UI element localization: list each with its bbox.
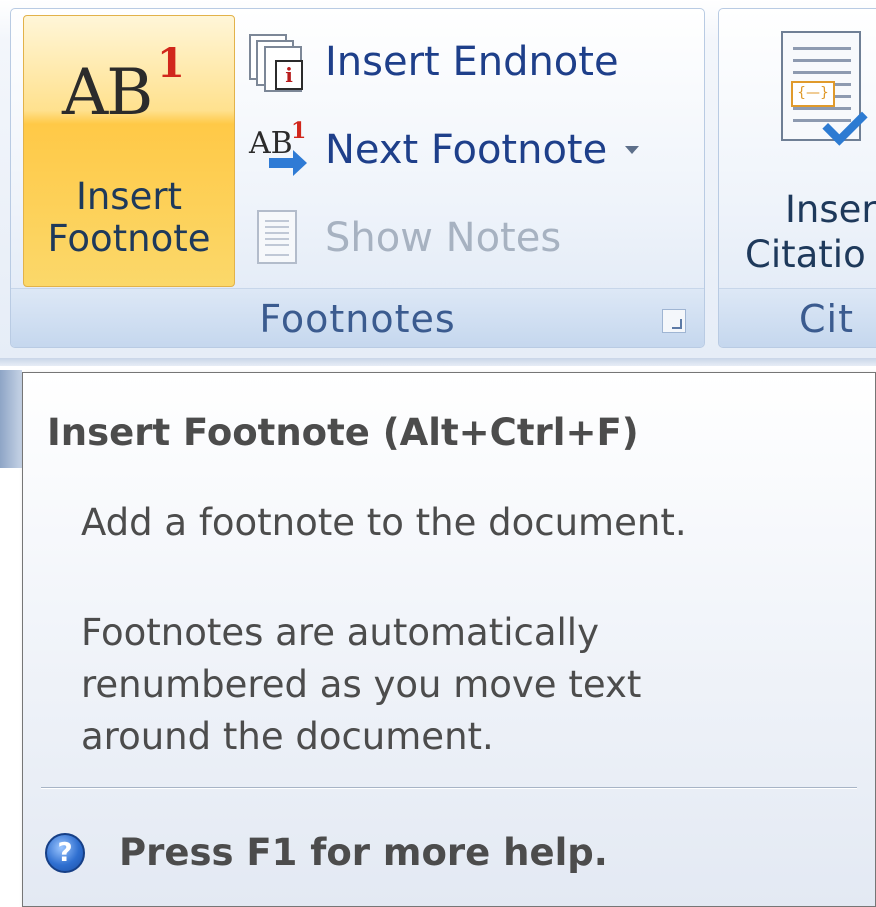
footnotes-group: AB 1 Insert Footnote i Insert Endnote AB… — [10, 8, 705, 348]
insert-citation-button[interactable]: {—} Inser Citatio — [739, 19, 876, 299]
background-panel — [0, 370, 22, 468]
dialog-launcher-icon[interactable] — [662, 309, 686, 333]
citations-group: {—} Inser Citatio Cit — [718, 8, 876, 348]
insert-endnote-label: Insert Endnote — [325, 39, 619, 85]
citations-group-label: Cit — [799, 297, 854, 341]
help-icon: ? — [45, 832, 85, 873]
footnotes-group-label-bar: Footnotes — [11, 288, 704, 347]
insert-citation-label: Inser Citatio — [745, 188, 876, 276]
chevron-down-icon[interactable] — [625, 146, 640, 154]
tooltip-divider — [41, 787, 857, 789]
tooltip-title: Insert Footnote (Alt+Ctrl+F) — [47, 411, 639, 454]
next-footnote-button[interactable]: AB 1 Next Footnote — [249, 117, 640, 183]
footnote-number-icon: 1 — [157, 40, 185, 87]
endnote-icon: i — [249, 34, 305, 92]
show-notes-button[interactable]: Show Notes — [249, 205, 561, 271]
tooltip-help-text: Press F1 for more help. — [119, 831, 608, 874]
tooltip: Insert Footnote (Alt+Ctrl+F) Add a footn… — [22, 372, 876, 907]
show-notes-icon — [249, 210, 305, 266]
insert-footnote-icon: AB — [62, 56, 153, 130]
footnotes-group-label: Footnotes — [259, 297, 456, 341]
insert-footnote-label: Insert Footnote — [47, 175, 211, 260]
ribbon-bottom-edge — [0, 358, 876, 366]
show-notes-label: Show Notes — [325, 215, 562, 261]
next-footnote-icon: AB 1 — [249, 118, 307, 178]
citations-group-label-bar: Cit — [719, 288, 876, 347]
tooltip-details: Footnotes are automatically renumbered a… — [81, 611, 642, 758]
tooltip-description: Add a footnote to the document. — [81, 501, 687, 544]
insert-endnote-button[interactable]: i Insert Endnote — [249, 29, 619, 95]
next-footnote-label: Next Footnote — [325, 127, 608, 173]
tooltip-help-row: ? Press F1 for more help. — [45, 831, 608, 874]
insert-footnote-button[interactable]: AB 1 Insert Footnote — [23, 15, 235, 287]
